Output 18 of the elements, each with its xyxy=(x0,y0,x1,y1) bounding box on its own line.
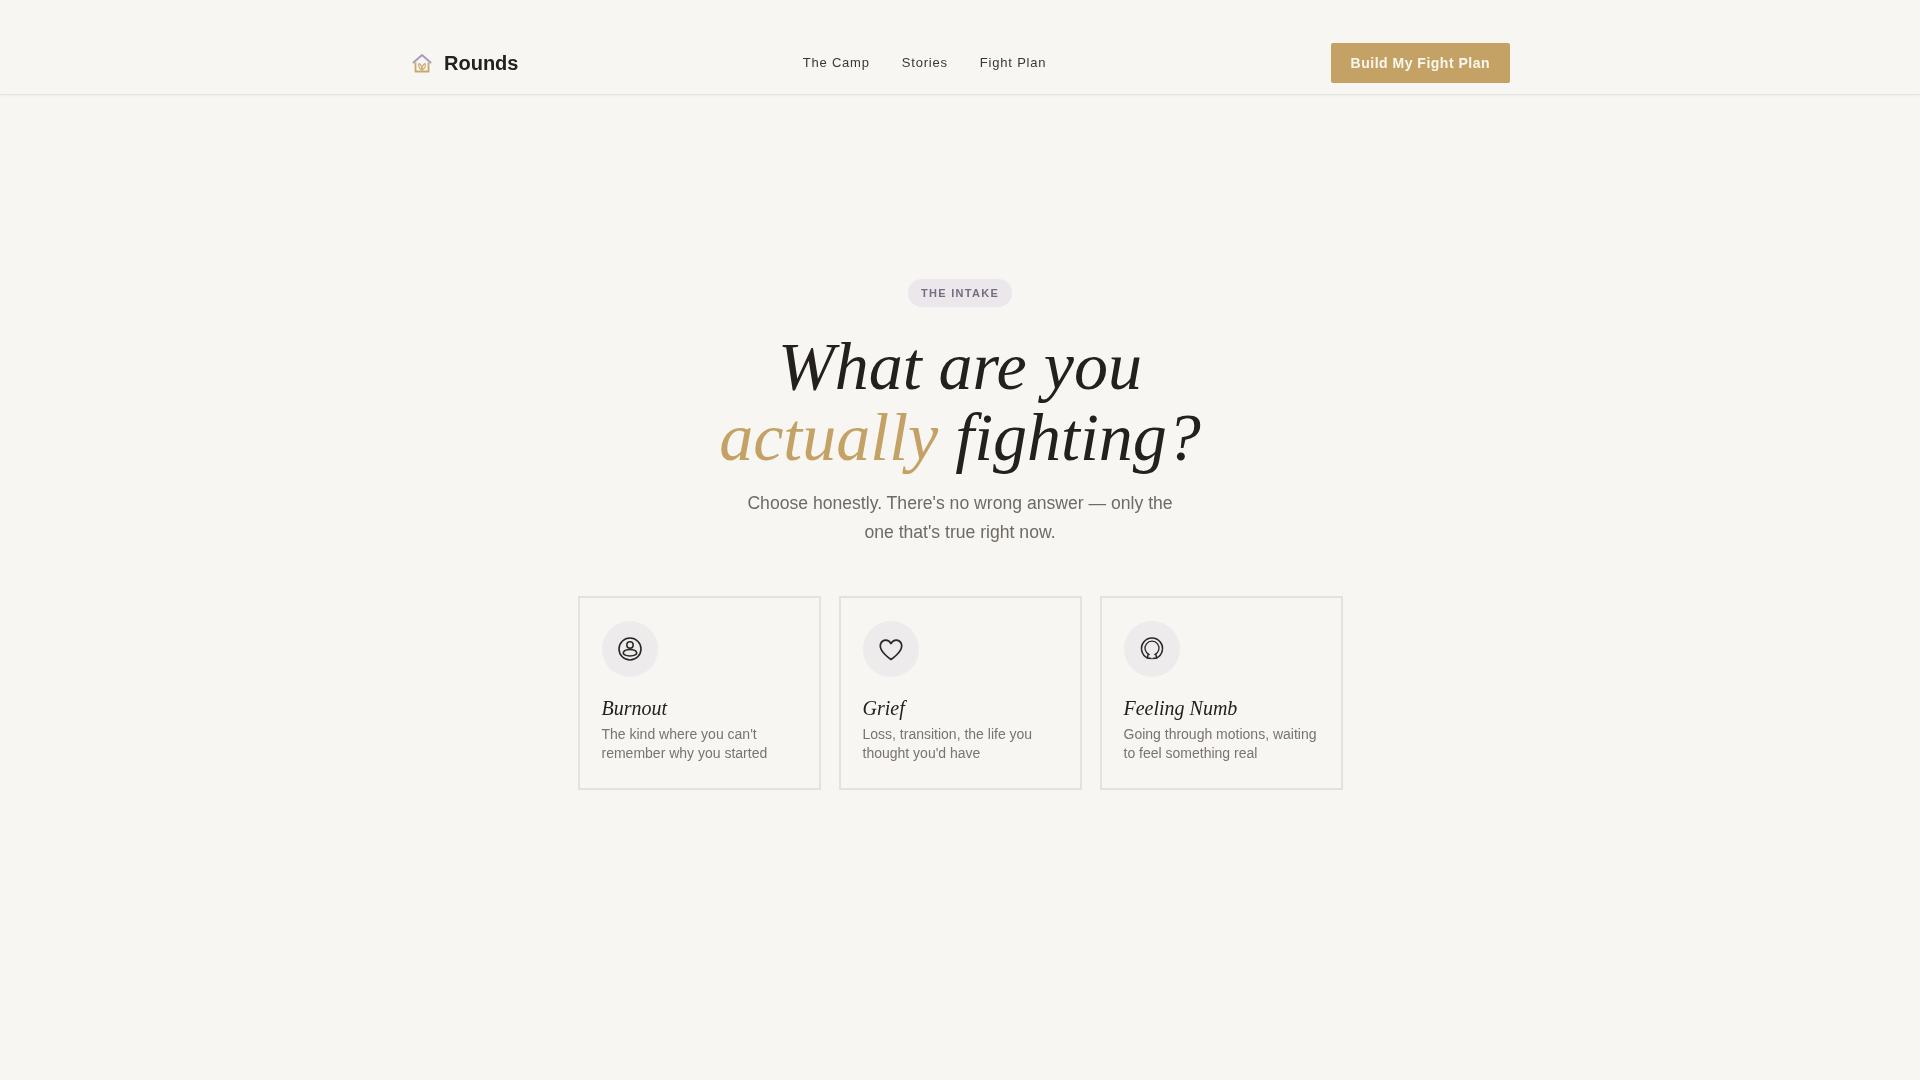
nav-link[interactable]: Stories xyxy=(901,55,948,71)
nav-link[interactable]: Fight Plan xyxy=(979,55,1047,71)
option-title: Burnout xyxy=(601,696,669,721)
hero-heading: What are you actually fighting? xyxy=(719,331,1201,473)
option-card[interactable]: Grief Loss, transition, the life you thought you'd have xyxy=(838,596,1082,790)
option-description: The kind where you can't remember why you started xyxy=(601,725,769,762)
option-card[interactable]: Burnout The kind where you can't remember why you started xyxy=(577,596,821,790)
option-description: Going through motions, waiting to feel something real xyxy=(1123,725,1318,762)
hero-subtitle: Choose honestly. There's no wrong answer — only the one that's true right now. xyxy=(746,492,1174,544)
house-icon xyxy=(412,53,432,73)
person-in-circle-icon xyxy=(601,621,658,677)
section-label: THE INTAKE xyxy=(907,279,1013,307)
option-title: Grief xyxy=(862,696,908,721)
option-title: Feeling Numb xyxy=(1123,696,1239,721)
option-card[interactable]: Feeling Numb Going through motions, waiting to feel something real xyxy=(1099,596,1343,790)
nav-link[interactable]: The Camp xyxy=(802,55,870,71)
brand-name[interactable]: Rounds xyxy=(444,51,519,75)
option-description: Loss, transition, the life you thought you'd have xyxy=(862,725,1034,762)
